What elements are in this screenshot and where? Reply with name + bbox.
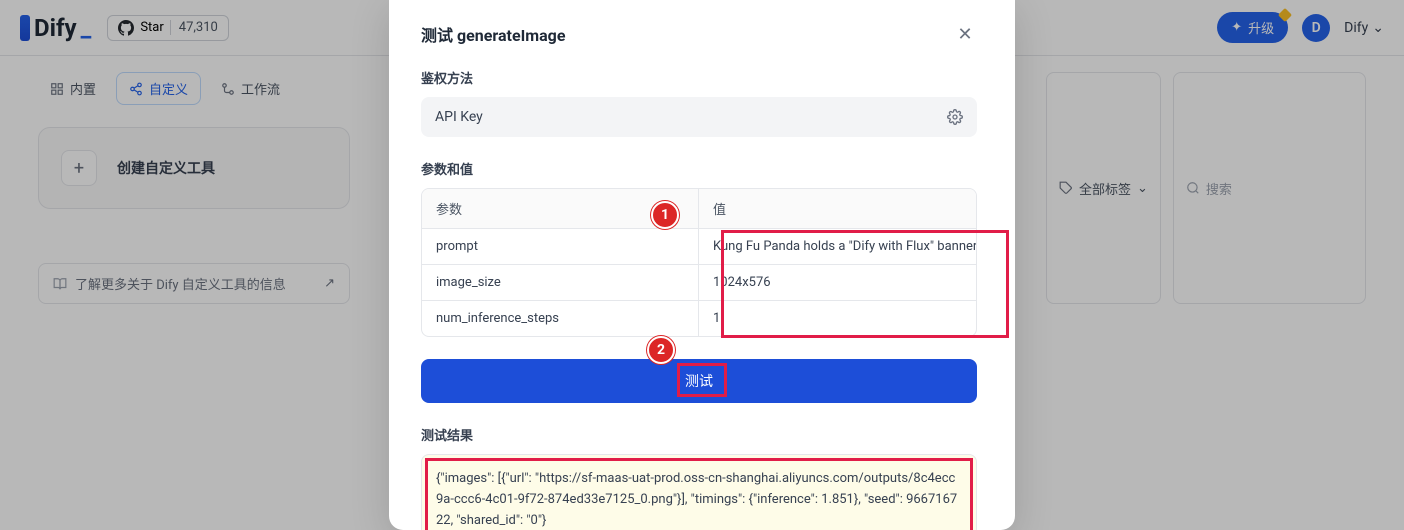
params-table: 参数 值 prompt Kung Fu Panda holds a "Dify … <box>421 188 977 337</box>
auth-section-label: 鉴权方法 <box>421 68 977 87</box>
params-section-label: 参数和值 <box>421 159 977 178</box>
modal-title: 测试 generateImage <box>421 22 565 46</box>
header-value: 值 <box>699 189 976 228</box>
modal-header: 测试 generateImage ✕ <box>421 22 977 46</box>
annotation-badge-1: 1 <box>651 201 679 229</box>
auth-value: API Key <box>435 109 483 125</box>
param-value-input[interactable]: Kung Fu Panda holds a "Dify with Flux" b… <box>699 229 976 264</box>
result-box: {"images": [{"url": "https://sf-maas-uat… <box>421 454 977 530</box>
test-button-wrap: 测试 <box>421 359 977 403</box>
auth-method-row[interactable]: API Key <box>421 97 977 137</box>
annotation-badge-2: 2 <box>647 336 675 364</box>
param-name: prompt <box>422 229 699 264</box>
table-row: num_inference_steps 1 <box>422 301 976 336</box>
table-row: prompt Kung Fu Panda holds a "Dify with … <box>422 229 976 265</box>
table-header: 参数 值 <box>422 189 976 229</box>
test-tool-modal: 测试 generateImage ✕ 鉴权方法 API Key 参数和值 参数 … <box>389 0 1015 530</box>
param-name: num_inference_steps <box>422 301 699 336</box>
param-name: image_size <box>422 265 699 300</box>
result-section-label: 测试结果 <box>421 425 977 444</box>
close-icon[interactable]: ✕ <box>953 22 977 46</box>
param-value-input[interactable]: 1 <box>699 301 976 336</box>
test-button[interactable]: 测试 <box>421 359 977 403</box>
gear-icon[interactable] <box>947 109 963 125</box>
param-value-input[interactable]: 1024x576 <box>699 265 976 300</box>
result-text: {"images": [{"url": "https://sf-maas-uat… <box>436 471 957 528</box>
table-row: image_size 1024x576 <box>422 265 976 301</box>
